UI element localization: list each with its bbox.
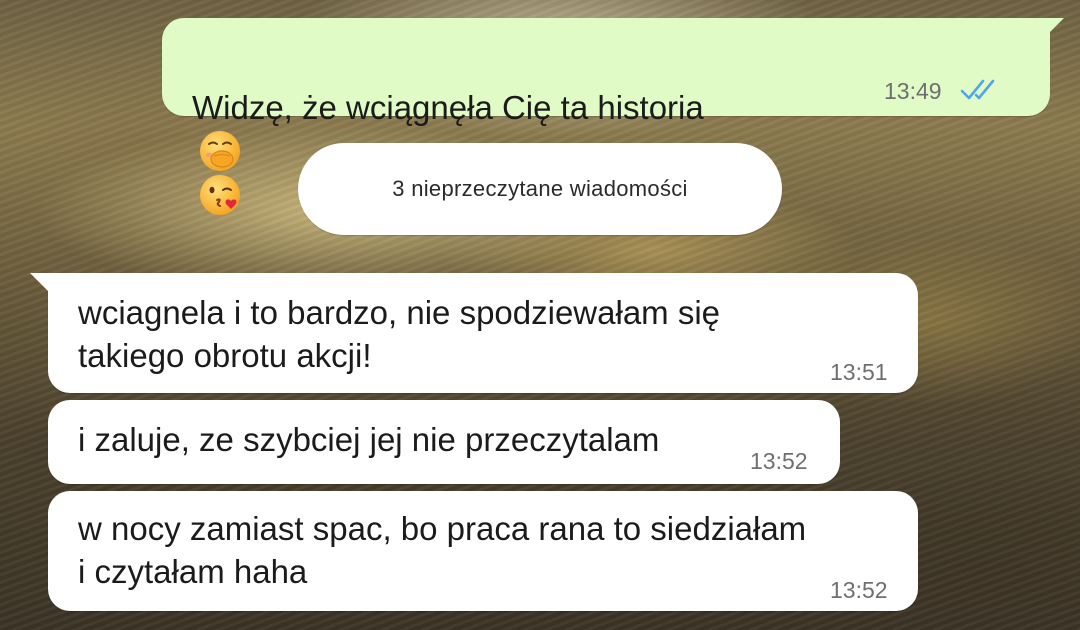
message-text: wciagnela i to bardzo, nie spodziewałam … [78,294,721,374]
unread-messages-banner: 3 nieprzeczytane wiadomości [298,143,782,235]
incoming-message-bubble[interactable]: wciagnela i to bardzo, nie spodziewałam … [30,273,918,393]
message-text: Widzę, że wciągnęła Cię ta historia [192,89,704,126]
bubble-tail [1048,18,1064,34]
double-check-icon [960,79,995,100]
message-text: i zaluje, ze szybciej jej nie przeczytal… [78,421,660,458]
message-text: w nocy zamiast spac, bo praca rana to si… [78,510,807,590]
face-blowing-a-kiss-emoji [200,175,240,215]
message-timestamp: 13:52 [830,577,888,603]
incoming-message-bubble[interactable]: w nocy zamiast spac, bo praca rana to si… [48,491,918,611]
outgoing-message-bubble[interactable]: Widzę, że wciągnęła Cię ta historia 13:4… [162,18,1064,215]
face-with-hand-over-mouth-emoji [200,131,240,171]
incoming-message-bubble[interactable]: i zaluje, ze szybciej jej nie przeczytal… [48,400,840,484]
unread-messages-label: 3 nieprzeczytane wiadomości [392,176,688,201]
message-timestamp: 13:49 [884,78,942,104]
bubble-tail [30,273,48,291]
message-timestamp: 13:52 [750,448,808,474]
message-timestamp: 13:51 [830,359,888,385]
chat-message-list[interactable]: Widzę, że wciągnęła Cię ta historia 13:4… [0,0,1080,630]
